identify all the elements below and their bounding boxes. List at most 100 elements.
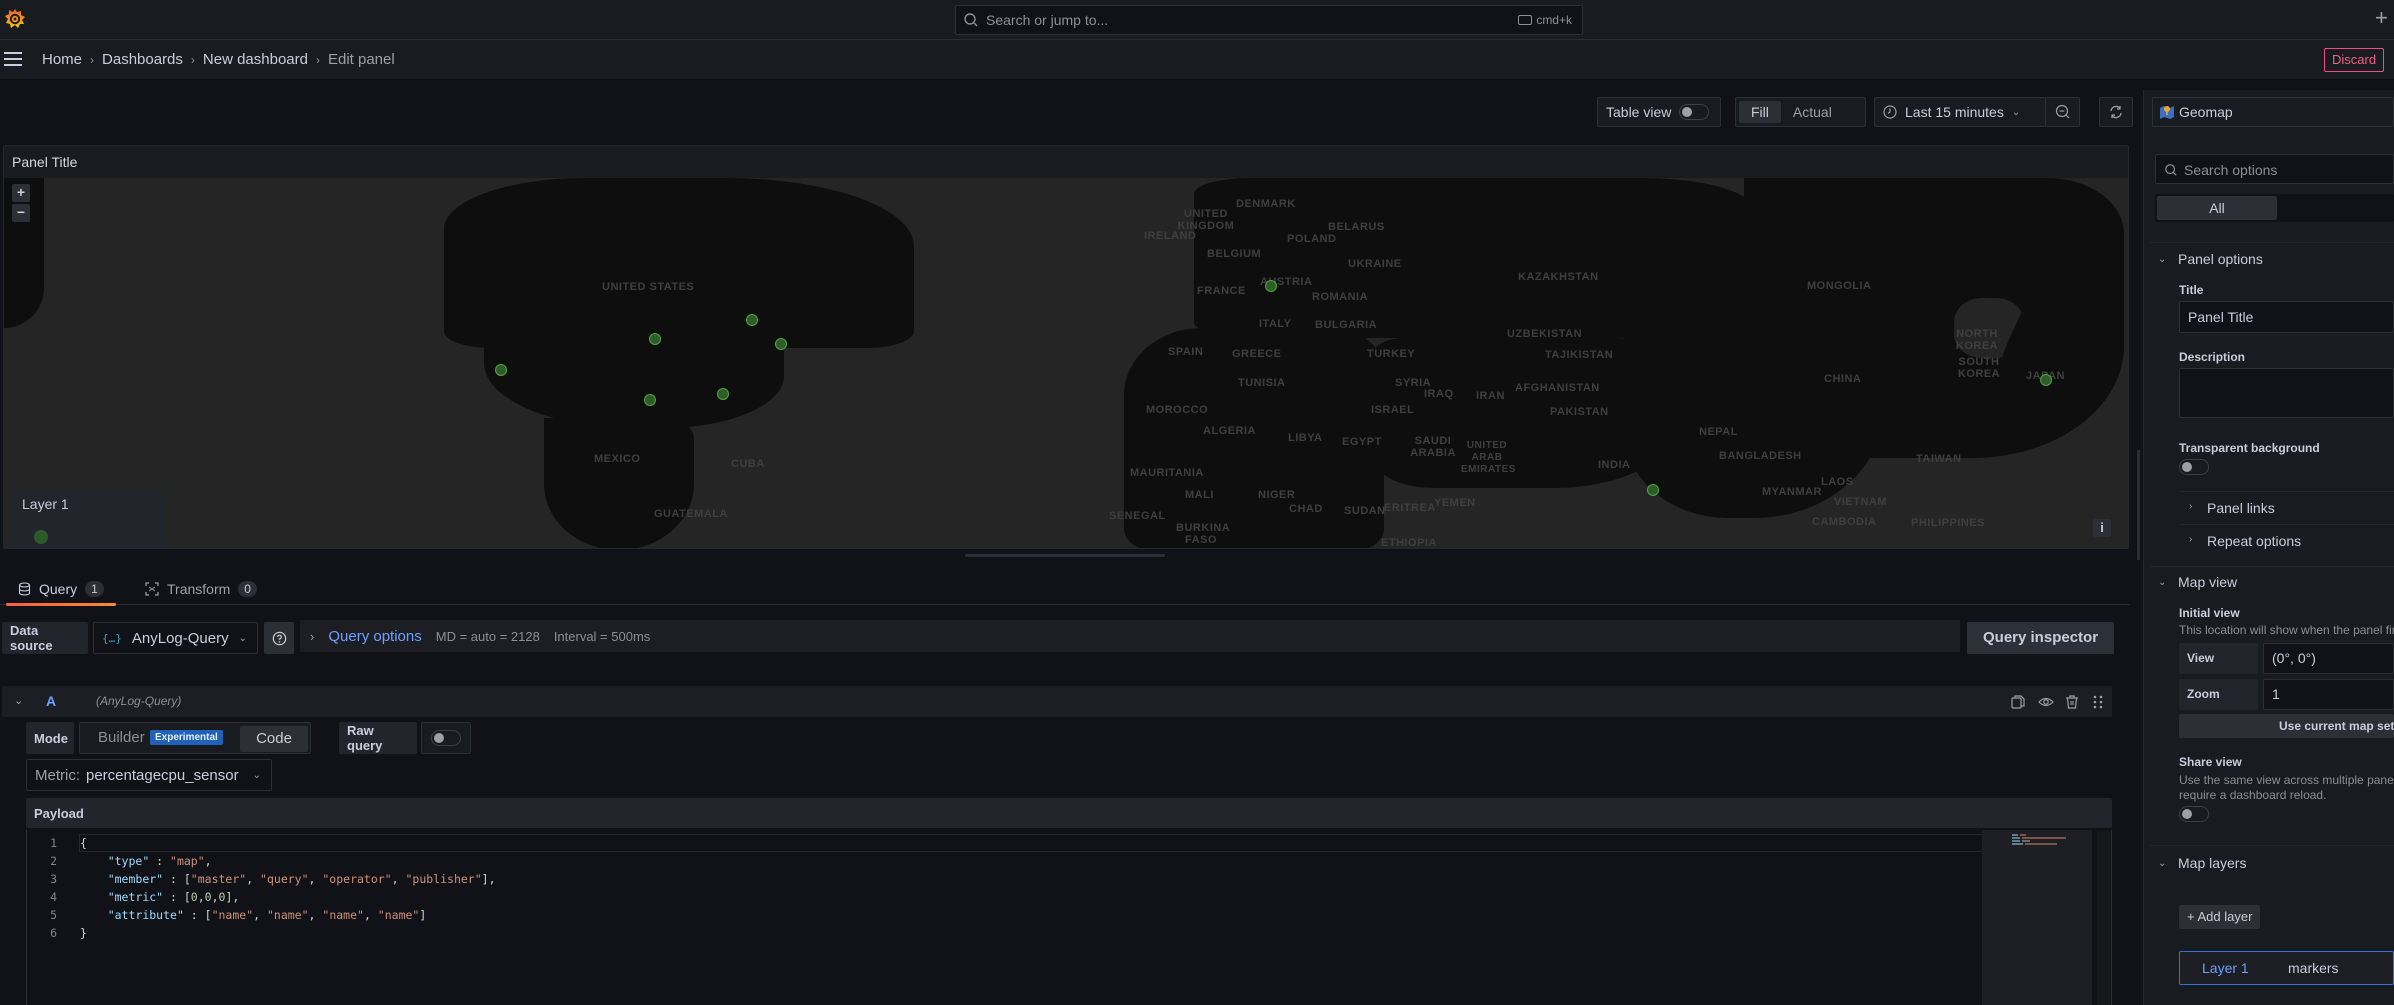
duplicate-query-icon[interactable]	[2010, 694, 2026, 710]
panel-title-input[interactable]: Panel Title	[2179, 301, 2394, 333]
chevron-down-icon: ⌄	[238, 632, 247, 644]
tab-query-count: 1	[85, 580, 104, 597]
map-zoom-in-button[interactable]: +	[12, 184, 30, 202]
land-china-mongolia	[1744, 178, 2124, 458]
raw-query-toggle[interactable]	[421, 722, 471, 754]
layer-list-item[interactable]: Layer 1 markers	[2179, 951, 2394, 985]
zoom-value-input[interactable]: 1	[2263, 679, 2394, 710]
country-label: KAZAKHSTAN	[1518, 271, 1599, 283]
global-search-input[interactable]: Search or jump to... cmd+k	[955, 5, 1583, 35]
payload-code-editor[interactable]: 1 { 2 "type" : "map", 3 "member" : ["mast…	[26, 830, 2112, 1005]
table-view-toggle[interactable]: Table view	[1597, 97, 1721, 127]
metric-prefix: Metric:	[35, 766, 80, 784]
panel-resize-handle[interactable]	[965, 554, 1165, 557]
map-attribution-info-button[interactable]: i	[2093, 519, 2111, 537]
chevron-right-icon: ›	[310, 628, 315, 644]
raw-query-switch[interactable]	[431, 730, 461, 746]
map-marker[interactable]	[746, 314, 758, 326]
chevron-down-icon[interactable]: ⌄	[2158, 254, 2166, 265]
country-label: SUDAN	[1344, 505, 1386, 517]
map-zoom-out-button[interactable]: −	[12, 204, 30, 222]
map-marker[interactable]	[1265, 280, 1277, 292]
options-filter-all[interactable]: All	[2157, 196, 2277, 220]
country-label: ETHIOPIA	[1381, 537, 1437, 549]
grafana-logo-icon[interactable]	[4, 8, 26, 30]
repeat-options-section[interactable]: › Repeat options	[2179, 524, 2394, 557]
share-view-toggle[interactable]	[2179, 806, 2209, 822]
map-marker[interactable]	[775, 338, 787, 350]
map-marker[interactable]	[717, 388, 729, 400]
time-picker[interactable]: Last 15 minutes ⌄	[1874, 97, 2046, 127]
editor-tabs: Query 1 Transform 0	[0, 572, 2130, 606]
refresh-button[interactable]	[2099, 97, 2133, 127]
code-mode-option[interactable]: Code	[240, 726, 308, 752]
discard-button[interactable]: Discard	[2324, 48, 2385, 72]
delete-query-trash-icon[interactable]	[2064, 694, 2080, 710]
panel-description-textarea[interactable]	[2179, 368, 2394, 418]
country-label: TUNISIA	[1238, 377, 1286, 389]
map-marker[interactable]	[644, 394, 656, 406]
options-pane-resize-handle[interactable]	[2137, 450, 2140, 560]
line-number: 1	[50, 836, 57, 850]
breadcrumb-new-dashboard[interactable]: New dashboard	[203, 51, 308, 68]
country-label: MYANMAR	[1762, 486, 1822, 498]
chevron-down-icon[interactable]: ⌄	[2158, 577, 2166, 588]
collapse-chevron-icon[interactable]: ⌄	[14, 694, 23, 707]
geomap-icon	[2160, 106, 2174, 119]
options-search-input[interactable]: Search options	[2155, 154, 2394, 184]
geomap[interactable]: + − UNITED STATES MEXICO CUBA GUATEMALA …	[4, 178, 2128, 549]
share-view-label: Share view	[2179, 755, 2242, 769]
fit-mode-group: Fill Actual	[1735, 97, 1866, 127]
add-layer-button[interactable]: + Add layer	[2179, 905, 2261, 929]
options-filter-tabs: All	[2155, 194, 2394, 222]
country-label: UNITED STATES	[602, 281, 695, 293]
query-options-bar: › Query options MD = auto = 2128 Interva…	[300, 620, 1960, 652]
query-inspector-button[interactable]: Query inspector	[1967, 622, 2115, 654]
panel-options-section-title[interactable]: Panel options	[2178, 251, 2263, 267]
hide-query-eye-icon[interactable]	[2038, 694, 2054, 710]
section-divider	[2150, 566, 2394, 567]
country-label: SENEGAL	[1109, 510, 1166, 522]
actual-button[interactable]: Actual	[1781, 104, 1844, 120]
datasource-picker[interactable]: {…} AnyLog-Query ⌄	[93, 622, 258, 654]
editor-scrollbar[interactable]	[2097, 830, 2111, 1005]
line-number: 4	[50, 890, 57, 904]
fill-button[interactable]: Fill	[1739, 101, 1781, 123]
editor-minimap[interactable]	[1982, 830, 2092, 1005]
panel-links-section[interactable]: › Panel links	[2179, 491, 2394, 524]
map-legend: Layer 1	[14, 488, 164, 548]
drag-handle-icon[interactable]	[2090, 694, 2106, 710]
menu-icon[interactable]	[4, 52, 22, 66]
code-text: "metric" : [0,0,0],	[107, 890, 240, 904]
visualization-picker[interactable]: Geomap	[2152, 97, 2394, 127]
country-label: TAJIKISTAN	[1545, 349, 1614, 361]
tab-query[interactable]: Query 1	[6, 572, 116, 606]
country-label: MAURITANIA	[1130, 467, 1204, 479]
map-marker[interactable]	[649, 333, 661, 345]
query-ref-id[interactable]: A	[46, 693, 56, 709]
zoom-out-time-button[interactable]	[2046, 97, 2080, 127]
country-label: NEPAL	[1699, 426, 1738, 438]
tab-transform[interactable]: Transform 0	[145, 572, 257, 605]
datasource-help-button[interactable]	[264, 622, 294, 654]
payload-header: Payload	[26, 798, 2112, 828]
map-marker[interactable]	[2040, 374, 2052, 386]
country-label: PHILIPPINES	[1911, 517, 1985, 529]
chevron-down-icon[interactable]: ⌄	[2158, 858, 2166, 869]
map-layers-section-title[interactable]: Map layers	[2178, 855, 2246, 871]
view-value-select[interactable]: (0°, 0°)	[2263, 643, 2394, 674]
panel-title[interactable]: Panel Title	[12, 154, 77, 170]
breadcrumb-dashboards[interactable]: Dashboards	[102, 51, 183, 68]
builder-mode-option[interactable]: Builder	[98, 729, 145, 746]
use-current-map-settings-button[interactable]: Use current map settings	[2179, 714, 2394, 738]
transparent-bg-toggle[interactable]	[2179, 459, 2209, 475]
map-marker[interactable]	[495, 364, 507, 376]
plus-icon[interactable]: +	[2375, 5, 2388, 31]
database-icon	[18, 581, 31, 596]
metric-select[interactable]: Metric: percentagecpu_sensor ⌄	[26, 759, 272, 791]
map-view-section-title[interactable]: Map view	[2178, 574, 2237, 590]
query-options-link[interactable]: Query options	[328, 628, 421, 645]
table-view-switch[interactable]	[1679, 104, 1710, 120]
map-marker[interactable]	[1647, 484, 1659, 496]
breadcrumb-home[interactable]: Home	[42, 51, 82, 68]
